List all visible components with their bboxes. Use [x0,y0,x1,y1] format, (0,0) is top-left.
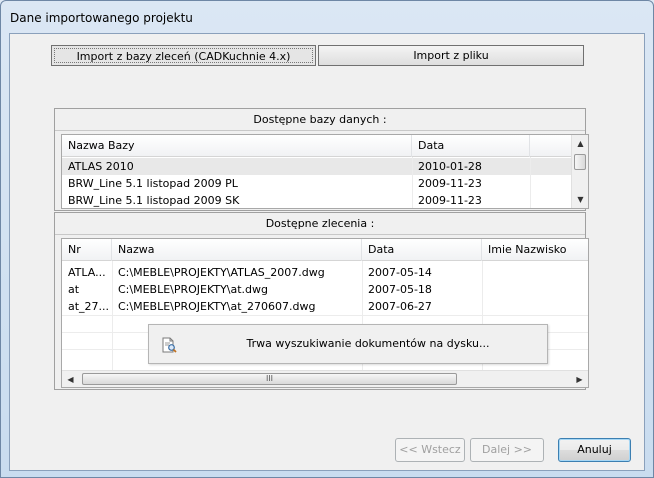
gridline [412,157,413,208]
search-document-icon [162,337,177,353]
tab-import-database-label: Import z bazy zleceń (CADKuchnie 4.x) [54,48,313,63]
scroll-right-icon[interactable]: ▶ [571,371,588,387]
next-button[interactable]: Dalej >> [470,438,544,462]
order-client [482,281,588,298]
order-nr: at [68,283,80,296]
order-client [482,264,588,281]
order-row[interactable]: ATLA... C:\MEBLE\PROJEKTY\ATLAS_2007.dwg… [62,264,588,281]
databases-vscroll-thumb[interactable] [574,154,586,170]
scroll-left-icon[interactable]: ◀ [62,371,79,387]
scroll-up-icon[interactable]: ▲ [572,135,588,152]
gridline [112,261,113,387]
order-client [482,298,588,315]
order-nr: at_27... [68,300,110,313]
orders-list[interactable]: Nr Nazwa Data Imie Nazwisko ATLA... C:\M… [61,238,589,388]
column-header-data[interactable]: Data [412,135,530,157]
databases-group: Dostępne bazy danych : Nazwa Bazy Data A… [54,108,589,211]
database-row[interactable]: BRW_Line 5.1 listopad 2009 PL 2009-11-23 [62,175,573,192]
order-path: C:\MEBLE\PROJEKTY\at.dwg [118,283,269,296]
back-button[interactable]: << Wstecz [395,438,465,462]
orders-hscrollbar[interactable]: ◀ III ▶ [62,370,588,387]
search-progress-popup: Trwa wyszukiwanie dokumentów na dysku... [148,324,548,364]
cancel-button[interactable]: Anuluj [558,438,631,462]
order-date: 2007-05-14 [368,266,432,279]
database-date: 2009-11-23 [418,194,482,207]
column-header-imie-nazwisko[interactable]: Imie Nazwisko [482,239,588,261]
orders-header: Nr Nazwa Data Imie Nazwisko [62,239,588,261]
order-date: 2007-05-18 [368,283,432,296]
orders-hscroll-thumb[interactable]: III [82,373,457,385]
databases-group-title: Dostępne bazy danych : [55,109,585,131]
databases-vscrollbar[interactable]: ▲ ▼ [571,135,588,208]
search-progress-text: Trwa wyszukiwanie dokumentów na dysku... [246,337,490,350]
database-row[interactable]: BRW_Line 5.1 listopad 2009 SK 2009-11-23 [62,192,573,208]
rowline [62,315,588,316]
order-row[interactable]: at_27... C:\MEBLE\PROJEKTY\at_270607.dwg… [62,298,588,315]
databases-list[interactable]: Nazwa Bazy Data ATLAS 2010 2010-01-28 BR… [61,134,589,209]
window-title: Dane importowanego projektu [10,11,193,25]
scroll-down-icon[interactable]: ▼ [572,191,588,208]
databases-header: Nazwa Bazy Data [62,135,573,157]
database-row[interactable]: ATLAS 2010 2010-01-28 [62,158,573,175]
database-name: BRW_Line 5.1 listopad 2009 SK [68,194,240,207]
column-header-nr[interactable]: Nr [62,239,112,261]
tab-import-database[interactable]: Import z bazy zleceń (CADKuchnie 4.x) [51,45,316,66]
order-path: C:\MEBLE\PROJEKTY\ATLAS_2007.dwg [118,266,325,279]
column-header-nazwa-bazy[interactable]: Nazwa Bazy [62,135,412,157]
database-date: 2010-01-28 [418,160,482,173]
scroll-grip: III [265,374,274,383]
order-row[interactable]: at C:\MEBLE\PROJEKTY\at.dwg 2007-05-18 [62,281,588,298]
tab-import-file[interactable]: Import z pliku [318,45,584,66]
gridline [530,157,531,208]
orders-group-title: Dostępne zlecenia : [55,213,585,235]
column-header-empty [530,135,573,157]
order-nr: ATLA... [68,266,106,279]
dialog-window: Dane importowanego projektu Import z baz… [0,0,654,478]
order-date: 2007-06-27 [368,300,432,313]
database-name: ATLAS 2010 [68,160,134,173]
column-header-data[interactable]: Data [362,239,482,261]
database-name: BRW_Line 5.1 listopad 2009 PL [68,177,238,190]
order-path: C:\MEBLE\PROJEKTY\at_270607.dwg [118,300,316,313]
column-header-nazwa[interactable]: Nazwa [112,239,362,261]
database-date: 2009-11-23 [418,177,482,190]
